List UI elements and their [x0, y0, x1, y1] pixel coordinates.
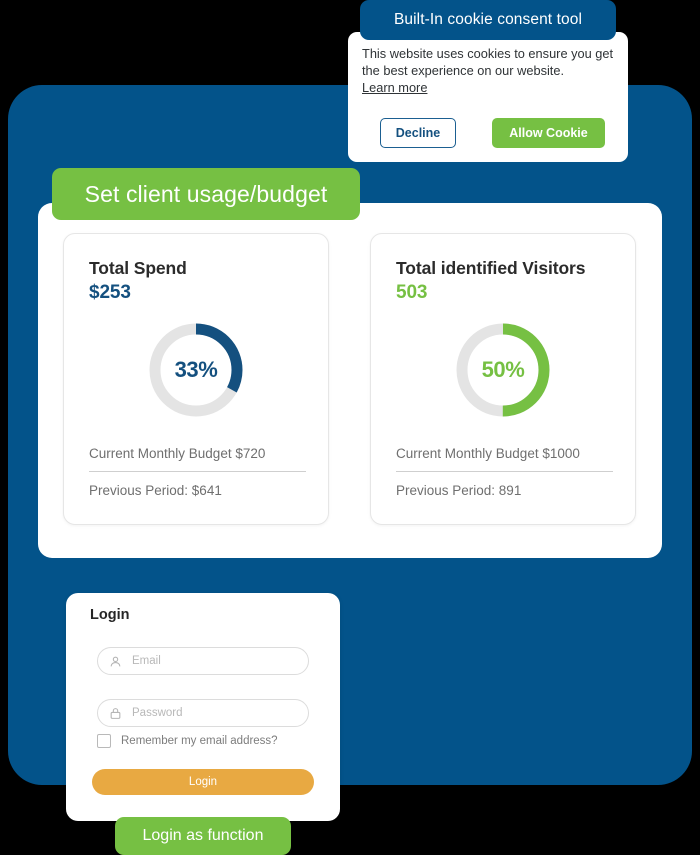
metric-card-footer: Current Monthly Budget $720 Previous Per…	[89, 446, 306, 508]
previous-period-row: Previous Period: 891	[396, 483, 522, 498]
allow-cookie-button[interactable]: Allow Cookie	[492, 118, 605, 148]
cookie-consent-actions: Decline Allow Cookie	[380, 118, 605, 148]
section-badge-label: Set client usage/budget	[84, 180, 328, 207]
current-monthly-budget-row: Current Monthly Budget $1000	[396, 446, 613, 472]
login-submit-button-label: Login	[188, 776, 218, 788]
login-as-function-button[interactable]: Login as function	[115, 817, 291, 855]
donut-percent-label: 33%	[174, 357, 218, 382]
donut-chart-total-spend: 33%	[64, 322, 328, 418]
decline-button[interactable]: Decline	[380, 118, 456, 148]
cookie-consent-body: This website uses cookies to ensure you …	[362, 45, 616, 96]
metric-card-value: $253	[89, 282, 131, 303]
metric-card-total-spend: Total Spend $253 33% Current Monthly Bud…	[63, 233, 329, 525]
current-monthly-budget-row: Current Monthly Budget $720	[89, 446, 306, 472]
login-card: Login Email Password Remember my email a…	[66, 593, 340, 821]
cookie-consent-popup: This website uses cookies to ensure you …	[348, 32, 628, 162]
person-icon	[109, 655, 122, 668]
metric-card-title: Total Spend	[89, 258, 187, 278]
donut-chart-identified-visitors: 50%	[371, 322, 635, 418]
password-field-placeholder: Password	[132, 707, 183, 719]
login-title: Login	[90, 607, 130, 623]
login-as-function-label: Login as function	[142, 827, 264, 844]
remember-email-checkbox[interactable]	[97, 734, 111, 748]
password-field[interactable]: Password	[97, 699, 309, 727]
section-badge-set-client-usage[interactable]: Set client usage/budget	[52, 168, 360, 220]
learn-more-link[interactable]: Learn more	[362, 79, 427, 96]
metric-card-value: 503	[396, 282, 428, 303]
cookie-consent-message: This website uses cookies to ensure you …	[362, 46, 614, 78]
lock-icon	[109, 707, 122, 720]
email-field-placeholder: Email	[132, 655, 161, 667]
previous-period-row: Previous Period: $641	[89, 483, 222, 498]
login-submit-button[interactable]: Login	[92, 769, 314, 795]
allow-cookie-button-label: Allow Cookie	[509, 126, 588, 140]
metric-card-footer: Current Monthly Budget $1000 Previous Pe…	[396, 446, 613, 508]
cookie-consent-header-label: Built-In cookie consent tool	[393, 11, 583, 28]
email-field[interactable]: Email	[97, 647, 309, 675]
remember-email-row[interactable]: Remember my email address?	[97, 734, 278, 748]
metric-card-total-identified-visitors: Total identified Visitors 503 50% Curren…	[370, 233, 636, 525]
cookie-consent-header: Built-In cookie consent tool	[360, 0, 616, 40]
remember-email-label: Remember my email address?	[121, 735, 278, 747]
decline-button-label: Decline	[395, 126, 441, 140]
metric-card-title: Total identified Visitors	[396, 258, 586, 278]
donut-percent-label: 50%	[481, 357, 525, 382]
